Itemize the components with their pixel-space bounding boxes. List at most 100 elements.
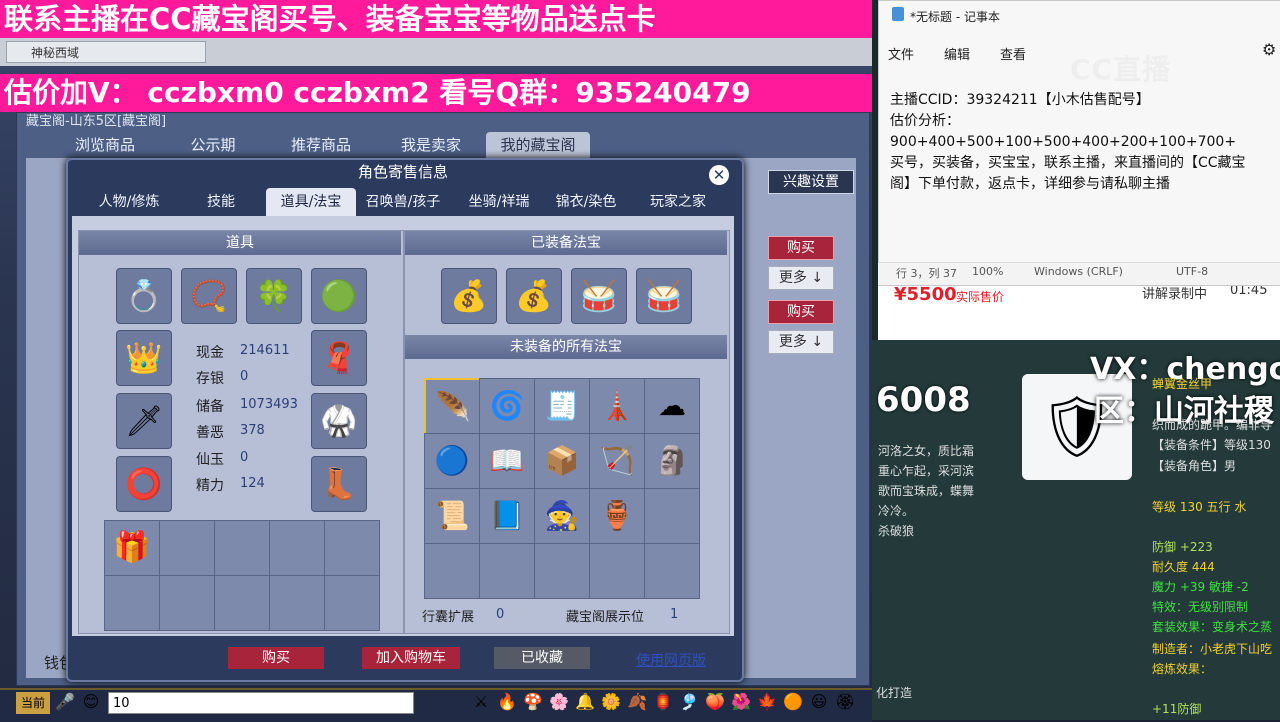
cc-live-logo: CC直播 [1070, 53, 1172, 86]
skill-icon[interactable]: 😃 [808, 690, 830, 714]
skill-icon[interactable]: 🍁 [756, 690, 778, 714]
skill-icon[interactable]: 🍂 [626, 690, 648, 714]
skill-icon[interactable]: 🔔 [574, 690, 596, 714]
bag-slot-treasure[interactable]: 🎁 [104, 520, 160, 576]
microphone-icon[interactable]: 🎤 [54, 690, 76, 714]
web-version-link[interactable]: 使用网页版 [636, 650, 706, 670]
fabao-slot[interactable] [644, 543, 700, 599]
bag-slot[interactable] [269, 575, 325, 631]
overlay-number: 6008 [876, 380, 971, 420]
skill-icon[interactable]: 🍄 [522, 690, 544, 714]
nav-tab-browse[interactable]: 浏览商品 [60, 132, 150, 158]
fabao-slot[interactable]: 🌀 [479, 378, 535, 434]
fabao-slot[interactable] [589, 543, 645, 599]
fabao-slot[interactable]: 🧾 [534, 378, 590, 434]
tooltip-defense: 防御 +223 [1152, 540, 1213, 554]
bag-slot[interactable] [214, 520, 270, 576]
bag-slot[interactable] [214, 575, 270, 631]
side-more-button[interactable]: 更多 ↓ [768, 266, 834, 290]
fabao-slot-selected[interactable]: 🪶 [424, 378, 482, 436]
gear-icon[interactable]: ⚙ [1262, 40, 1276, 59]
dialog-tab-items[interactable]: 道具/法宝 [266, 188, 356, 216]
fabao-slot[interactable]: 🏺 [589, 488, 645, 544]
bag-slot[interactable] [324, 575, 380, 631]
bag-slot[interactable] [159, 575, 215, 631]
skill-icon[interactable]: 🔥 [496, 690, 518, 714]
bag-slot[interactable] [269, 520, 325, 576]
armor-icon[interactable]: 🥋 [311, 393, 367, 449]
menu-view[interactable]: 查看 [1000, 44, 1026, 63]
fan-icon: 🌀 [489, 389, 525, 422]
dialog-tab-skills[interactable]: 技能 [186, 188, 256, 216]
gourd-bag-icon[interactable]: 💰 [506, 268, 562, 324]
dialog-tab-pets[interactable]: 召唤兽/孩子 [360, 188, 446, 216]
menu-edit[interactable]: 编辑 [944, 44, 970, 63]
fabao-slot[interactable]: 🏹 [589, 433, 645, 489]
tooltip-special: 特效：无级别限制 [1152, 600, 1249, 614]
jade-pendant-icon[interactable]: 🍀 [246, 268, 302, 324]
nav-tab-seller[interactable]: 我是卖家 [386, 132, 476, 158]
drum-icon[interactable]: 🥁 [636, 268, 692, 324]
gourd-bag-icon[interactable]: 💰 [441, 268, 497, 324]
cloak-icon[interactable]: 🧣 [311, 330, 367, 386]
showcase-label: 藏宝阁展示位 [566, 610, 645, 625]
belt-icon[interactable]: ⭕ [116, 456, 172, 512]
fabao-slot[interactable] [424, 543, 480, 599]
nav-tab-recommend[interactable]: 推荐商品 [276, 132, 366, 158]
fabao-slot[interactable]: 📘 [479, 488, 535, 544]
boots-icon[interactable]: 👢 [311, 456, 367, 512]
product-price-label: 实际售价 [956, 290, 1005, 304]
fabao-slot[interactable]: 🗼 [589, 378, 645, 434]
fabao-slot[interactable] [479, 543, 535, 599]
favorited-button[interactable]: 已收藏 [494, 647, 590, 669]
dialog-tab-home[interactable]: 玩家之家 [636, 188, 720, 216]
skill-icon[interactable]: 🌺 [730, 690, 752, 714]
nav-tab-my-cangbaoge[interactable]: 我的藏宝阁 [486, 132, 590, 158]
skill-icon[interactable]: 🍑 [704, 690, 726, 714]
menu-file[interactable]: 文件 [888, 44, 914, 63]
bag-slot[interactable] [159, 520, 215, 576]
nav-tab-public[interactable]: 公示期 [170, 132, 256, 158]
skill-icon[interactable]: 🌸 [548, 690, 570, 714]
cauldron-icon: 🏺 [599, 499, 635, 532]
side-buy-button[interactable]: 购买 [768, 300, 834, 324]
bag-slot[interactable] [324, 520, 380, 576]
skill-icon[interactable]: 🏵 [834, 690, 856, 714]
bag-slot[interactable] [104, 575, 160, 631]
ring-icon[interactable]: 💍 [116, 268, 172, 324]
unequipped-fabao-header: 未装备的所有法宝 [405, 335, 727, 359]
dialog-tab-mounts[interactable]: 坐骑/祥瑞 [456, 188, 542, 216]
browser-tab[interactable]: 神秘西域 [6, 41, 206, 63]
sword-icon[interactable]: 🗡 [116, 393, 172, 449]
skill-icon[interactable]: 🌼 [600, 690, 622, 714]
chat-input[interactable]: 10 [108, 692, 414, 714]
fabao-slot[interactable]: 🧙 [534, 488, 590, 544]
fabao-slot[interactable] [644, 488, 700, 544]
interest-settings-button[interactable]: 兴趣设置 [768, 170, 854, 194]
buy-button[interactable]: 购买 [228, 647, 324, 669]
fabao-slot[interactable]: 🔵 [424, 433, 480, 489]
chat-channel-button[interactable]: 当前 [16, 692, 50, 714]
skill-icon[interactable]: ⚔ [470, 690, 492, 714]
fabao-slot[interactable]: 📦 [534, 433, 590, 489]
skill-icon[interactable]: 🎐 [678, 690, 700, 714]
dialog-tab-outfits[interactable]: 锦衣/染色 [546, 188, 626, 216]
necklace-icon[interactable]: 📿 [181, 268, 237, 324]
jade-bracelet-icon[interactable]: 🟢 [311, 268, 367, 324]
drum-icon[interactable]: 🥁 [571, 268, 627, 324]
side-buy-button[interactable]: 购买 [768, 236, 834, 260]
emoji-icon[interactable]: 😊 [80, 690, 102, 714]
fabao-slot[interactable]: ☁ [644, 378, 700, 434]
fabao-slot[interactable]: 🗿 [644, 433, 700, 489]
close-icon[interactable]: ✕ [709, 165, 729, 185]
fabao-slot[interactable] [534, 543, 590, 599]
fabao-slot[interactable]: 📖 [479, 433, 535, 489]
skill-icon[interactable]: 🏮 [652, 690, 674, 714]
skill-icon[interactable]: 🟠 [782, 690, 804, 714]
notepad-text-area[interactable]: 主播CCID：39324211【小木估售配号】 估价分析： 900+400+50… [890, 90, 1276, 195]
add-to-cart-button[interactable]: 加入购物车 [362, 647, 460, 669]
fabao-slot[interactable]: 📜 [424, 488, 480, 544]
helmet-icon[interactable]: 👑 [116, 330, 172, 386]
dialog-tab-character[interactable]: 人物/修炼 [86, 188, 172, 216]
side-more-button[interactable]: 更多 ↓ [768, 330, 834, 354]
